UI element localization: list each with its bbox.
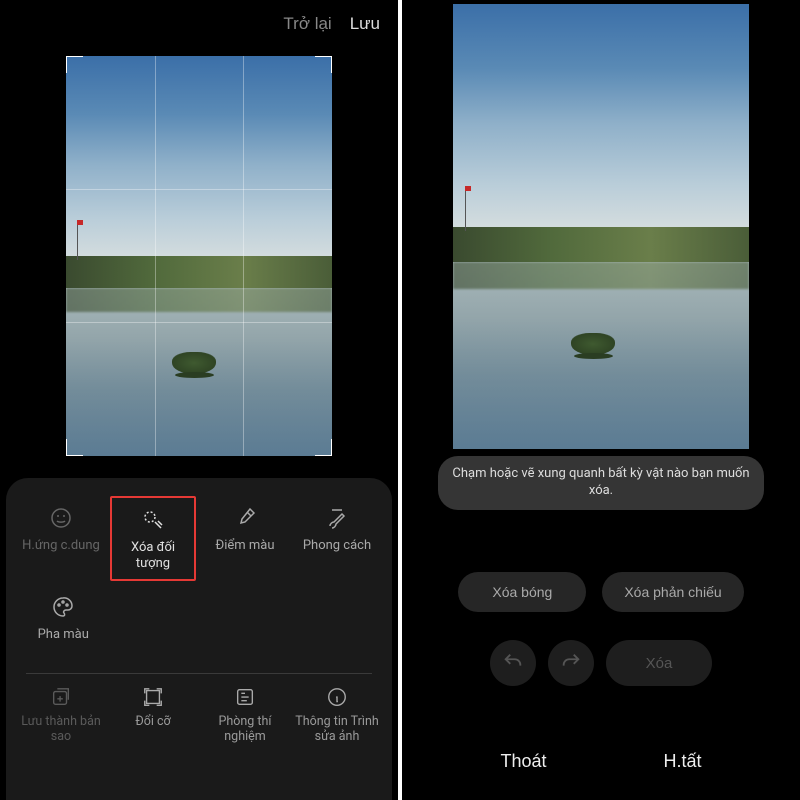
remove-reflection-button[interactable]: Xóa phản chiếu bbox=[602, 572, 743, 612]
palette-icon bbox=[51, 593, 75, 621]
eraser-icon bbox=[141, 506, 165, 534]
labs-icon bbox=[234, 684, 256, 710]
tool-color-spot[interactable]: Điểm màu bbox=[202, 496, 288, 581]
tool-panel: H.ứng c.dung Xóa đối tượng Điểm màu Phong c… bbox=[6, 478, 392, 800]
tool-label: Phong cách bbox=[303, 538, 371, 554]
remove-shadow-button[interactable]: Xóa bóng bbox=[458, 572, 586, 612]
crop-handle-tl[interactable] bbox=[66, 56, 83, 73]
tool-color-mix[interactable]: Pha màu bbox=[18, 585, 109, 661]
undo-button[interactable] bbox=[490, 640, 536, 686]
tool-save-copy[interactable]: Lưu thành bản sao bbox=[18, 684, 104, 744]
tool-remove-object[interactable]: Xóa đối tượng bbox=[110, 496, 196, 581]
tool-label: Thông tin Trình sửa ảnh bbox=[294, 714, 380, 744]
crop-gridline bbox=[66, 322, 332, 323]
editor-topbar: Trở lại Lưu bbox=[0, 0, 398, 48]
done-button[interactable]: H.tất bbox=[663, 751, 701, 772]
savecopy-icon bbox=[50, 684, 72, 710]
crop-handle-tr[interactable] bbox=[315, 56, 332, 73]
crop-handle-br[interactable] bbox=[315, 439, 332, 456]
crop-gridline bbox=[243, 56, 244, 456]
tool-label: Pha màu bbox=[38, 627, 89, 643]
redo-button[interactable] bbox=[548, 640, 594, 686]
exit-button[interactable]: Thoát bbox=[500, 751, 546, 772]
save-button[interactable]: Lưu bbox=[350, 14, 380, 34]
tool-label: Điểm màu bbox=[215, 538, 274, 554]
tool-label: Phòng thí nghiệm bbox=[202, 714, 288, 744]
photo-canvas[interactable] bbox=[453, 4, 749, 449]
tool-portrait-effect[interactable]: H.ứng c.dung bbox=[18, 496, 104, 581]
redo-icon bbox=[560, 651, 582, 676]
crop-gridline bbox=[155, 56, 156, 456]
instruction-tip: Chạm hoặc vẽ xung quanh bất kỳ vật nào b… bbox=[438, 456, 764, 510]
crop-handle-bl[interactable] bbox=[66, 439, 83, 456]
tool-label: Đổi cỡ bbox=[135, 714, 170, 729]
tool-label: Lưu thành bản sao bbox=[18, 714, 104, 744]
info-icon bbox=[326, 684, 348, 710]
undo-icon bbox=[502, 651, 524, 676]
tool-resize[interactable]: Đổi cỡ bbox=[110, 684, 196, 744]
dropper-icon bbox=[233, 504, 257, 532]
crop-gridline bbox=[66, 189, 332, 190]
tool-labs[interactable]: Phòng thí nghiệm bbox=[202, 684, 288, 744]
brush-icon bbox=[325, 504, 349, 532]
resize-icon bbox=[142, 684, 164, 710]
back-button[interactable]: Trở lại bbox=[283, 14, 331, 34]
photo-canvas[interactable] bbox=[66, 56, 332, 456]
tool-editor-info[interactable]: Thông tin Trình sửa ảnh bbox=[294, 684, 380, 744]
face-icon bbox=[49, 504, 73, 532]
divider bbox=[26, 673, 372, 674]
erase-button[interactable]: Xóa bbox=[606, 640, 713, 686]
tool-label: Xóa đối tượng bbox=[116, 540, 190, 571]
tool-style[interactable]: Phong cách bbox=[294, 496, 380, 581]
tool-label: H.ứng c.dung bbox=[22, 538, 100, 554]
